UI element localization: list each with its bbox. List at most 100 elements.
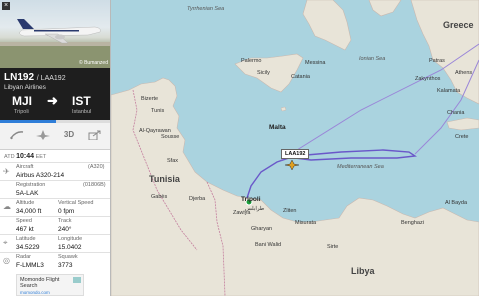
label-benghazi: Benghazi (401, 220, 424, 226)
altitude-value: 34,000 ft (16, 208, 42, 215)
ad-choices-icon (73, 277, 81, 283)
share-icon (88, 130, 101, 141)
label-athens: Athens (455, 70, 473, 76)
label-catania: Catania (291, 74, 310, 80)
label-zliten: Zliten (283, 208, 297, 214)
land-italy (302, 0, 352, 51)
map-view[interactable]: LAA192 Tyrrhenian Sea Greece Ionian Sea … (111, 0, 479, 296)
cloud-icon: ☁ (3, 202, 11, 211)
altitude-label: Altitude (16, 200, 35, 206)
origin-code: MJI (12, 94, 33, 108)
arrow-right-icon: ➜ (47, 93, 58, 108)
destination-city: Istanbul (72, 109, 92, 115)
land-italy-heel (368, 0, 402, 17)
label-tunisia: Tunisia (149, 174, 180, 184)
aircraft-photo: × © Bumanzed (0, 0, 110, 68)
position-row: ⌖ Latitude 34.5229 Longitude 15.0402 (0, 234, 110, 252)
route-icon (10, 131, 24, 140)
label-bizerte: Bizerte (141, 96, 159, 102)
aircraft-photo-illustration (0, 19, 110, 68)
label-malta: Malta (269, 124, 286, 131)
flight-number: LN192 / LAA192 (4, 72, 66, 83)
origin-city: Tripoli (14, 109, 29, 115)
flight-panel: × © Bumanzed LN192 / LAA192 Libyan Airli… (0, 0, 111, 296)
aircraft-row: ✈ Aircraft (A320) Airbus A320-214 (0, 162, 110, 180)
location-pin-icon: ⌖ (3, 238, 8, 247)
3d-view-button[interactable]: 3D (60, 130, 78, 143)
label-tyrrhenian-sea: Tyrrhenian Sea (187, 6, 225, 12)
atd-time: 10:44 (16, 153, 35, 160)
label-palermo: Palermo (241, 58, 262, 64)
label-greece: Greece (443, 20, 474, 30)
latitude-value: 34.5229 (16, 244, 40, 251)
label-libya: Libya (351, 266, 375, 276)
speed-value: 467 kt (16, 226, 34, 233)
atd-label: ATD (4, 154, 15, 160)
registration-value: 5A-LAK (16, 190, 39, 197)
flight-track (246, 149, 417, 199)
atd-timezone: EET (35, 154, 47, 160)
ad-line2: Search (20, 283, 38, 289)
radar-icon: ◎ (3, 256, 10, 265)
aircraft-label: Aircraft (16, 164, 34, 170)
registration-label: Registration (16, 182, 46, 188)
label-messina: Messina (305, 60, 326, 66)
close-panel-button[interactable]: × (2, 2, 10, 10)
aircraft-code: (A320) (88, 164, 105, 170)
flight-progress-bar (0, 120, 110, 123)
vspeed-value: 0 fpm (58, 208, 75, 215)
land-africa (111, 77, 479, 296)
label-misurata: Misurata (295, 220, 317, 226)
longitude-value: 15.0402 (58, 244, 82, 251)
label-mediterranean-sea: Mediterranean Sea (337, 164, 384, 170)
speed-row: Speed 467 kt Track 240° (0, 216, 110, 234)
action-bar: 3D (0, 120, 110, 150)
track-label: Track (58, 218, 72, 224)
label-sousse: Sousse (161, 134, 180, 140)
label-chania: Chania (447, 110, 465, 116)
departure-time: ATD 10:44 EET (4, 153, 46, 160)
airplane-icon: ✈ (3, 167, 10, 176)
squawk-label: Squawk (58, 254, 78, 260)
track-value: 240° (58, 226, 72, 233)
registration-row: Registration (01806B) 5A-LAK (0, 180, 110, 198)
speed-label: Speed (16, 218, 32, 224)
altitude-row: ☁ Altitude 34,000 ft Vertical Speed 0 fp… (0, 198, 110, 216)
label-kalamata: Kalamata (437, 88, 461, 94)
label-bani-walid: Bani Walid (255, 242, 282, 248)
label-tunis: Tunis (151, 108, 165, 114)
registration-code: (01806B) (83, 182, 106, 188)
ad-line3: momondo.com (20, 290, 50, 295)
label-djerba: Djerba (189, 196, 206, 202)
advertisement[interactable]: Momondo Flight Search momondo.com (16, 274, 84, 296)
land-malta (280, 106, 287, 112)
follow-button[interactable] (34, 130, 52, 143)
radar-row: ◎ Radar F-LMML3 Squawk 3773 (0, 252, 110, 270)
label-sfax: Sfax (167, 158, 179, 164)
label-sicily: Sicily (257, 70, 270, 76)
land-crete (446, 117, 479, 131)
label-gharyan: Gharyan (251, 226, 273, 232)
airline-name: Libyan Airlines (4, 84, 46, 91)
map-canvas (111, 0, 479, 296)
label-kairouan: Al-Qayrawan (139, 128, 171, 134)
vspeed-label: Vertical Speed (58, 200, 94, 206)
radar-value: F-LMML3 (16, 262, 44, 269)
flight-label-tag[interactable]: LAA192 (281, 149, 310, 159)
label-sirte: Sirte (327, 244, 339, 250)
share-button[interactable] (86, 130, 104, 143)
latitude-label: Latitude (16, 236, 36, 242)
label-zakynthos: Zakynthos (415, 76, 441, 82)
route-button[interactable] (8, 130, 26, 143)
aircraft-marker-icon[interactable] (284, 159, 300, 171)
label-crete: Crete (455, 134, 469, 140)
aircraft-value: Airbus A320-214 (16, 172, 65, 179)
label-patras: Patras (429, 58, 445, 64)
flight-header: LN192 / LAA192 Libyan Airlines MJI ➜ IST… (0, 68, 110, 120)
squawk-value: 3773 (58, 262, 73, 269)
label-ionian-sea: Ionian Sea (359, 56, 386, 62)
label-tripoli: Tripoli (241, 196, 261, 203)
flight-progress-fill (0, 120, 56, 123)
callsign: / LAA192 (36, 75, 66, 82)
flight-number-text: LN192 (4, 72, 35, 83)
